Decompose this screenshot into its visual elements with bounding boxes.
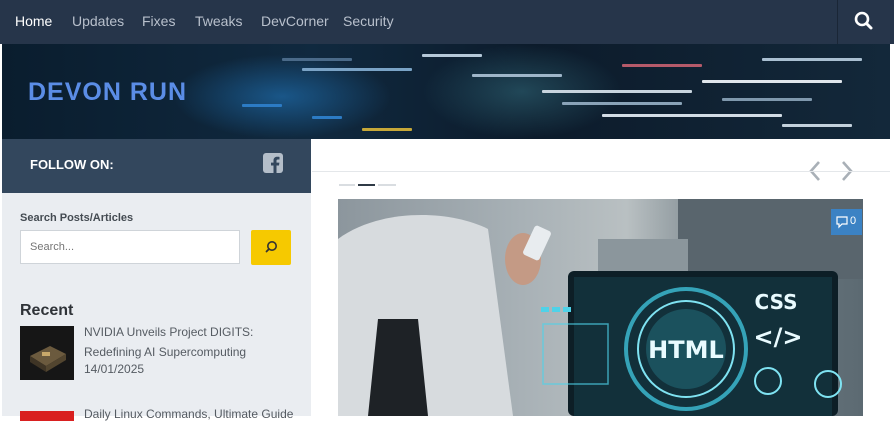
comment-count-badge[interactable]: 0	[831, 209, 862, 235]
post-title[interactable]: NVIDIA Unveils Project DIGITS: Redefinin…	[84, 322, 296, 362]
nav-item-devcorner[interactable]: DevCorner	[261, 0, 329, 44]
nav-item-security[interactable]: Security	[343, 0, 394, 44]
logo-text: DEVON RUN	[28, 78, 188, 106]
post-thumbnail[interactable]	[20, 326, 74, 380]
comment-icon	[836, 216, 848, 229]
content-divider	[312, 171, 890, 172]
hero-css-text: CSS	[755, 290, 798, 314]
follow-label: FOLLOW ON:	[30, 157, 114, 172]
post-thumbnail[interactable]	[20, 411, 74, 421]
top-navigation	[0, 0, 894, 44]
recent-heading: Recent	[20, 302, 74, 319]
search-input[interactable]	[20, 230, 240, 264]
search-heading: Search Posts/Articles	[20, 212, 134, 224]
comment-count: 0	[850, 215, 857, 227]
hero-code-symbol: </>	[754, 323, 803, 351]
site-logo[interactable]: DEVON RUN	[28, 78, 187, 107]
slider-dot-active[interactable]	[358, 184, 375, 186]
post-date: 14/01/2025	[84, 362, 145, 376]
search-icon[interactable]	[848, 0, 880, 44]
nav-item-fixes[interactable]: Fixes	[142, 0, 175, 44]
nav-divider	[837, 0, 838, 44]
hero-html-text: HTML	[648, 336, 724, 364]
nav-item-home[interactable]: Home	[15, 0, 52, 44]
nav-item-updates[interactable]: Updates	[72, 0, 124, 44]
slider-dot[interactable]	[339, 184, 355, 186]
facebook-icon[interactable]	[263, 153, 283, 173]
post-title[interactable]: Daily Linux Commands, Ultimate Guide	[84, 407, 293, 421]
nav-item-tweaks[interactable]: Tweaks	[195, 0, 242, 44]
slider-dot[interactable]	[378, 184, 396, 186]
featured-image[interactable]: HTML CSS </>	[338, 199, 863, 416]
search-button[interactable]	[251, 230, 291, 265]
